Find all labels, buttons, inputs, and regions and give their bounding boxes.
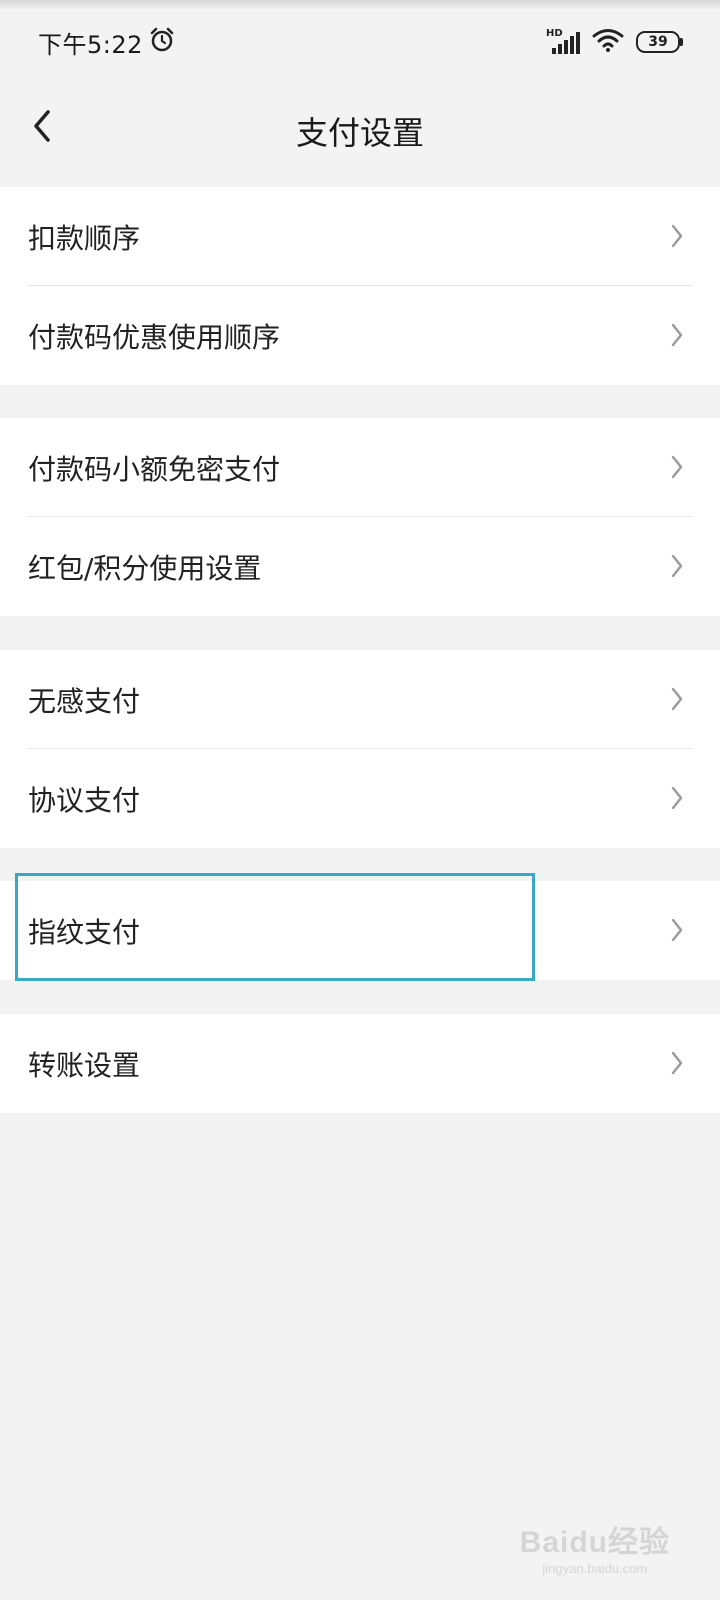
menu-item-transfer-settings[interactable]: 转账设置 xyxy=(0,1014,720,1113)
watermark-logo: Baidu经验 xyxy=(519,1526,670,1559)
page-title: 支付设置 xyxy=(295,114,424,152)
menu-item-seamless-payment[interactable]: 无感支付 xyxy=(0,650,720,749)
chevron-right-icon xyxy=(671,1051,683,1075)
menu-item-label: 扣款顺序 xyxy=(28,221,141,255)
menu-item-label: 红包/积分使用设置 xyxy=(28,551,262,585)
battery-level: 39 xyxy=(648,34,668,50)
menu-item-label: 付款码优惠使用顺序 xyxy=(28,320,281,354)
menu-item-deduction-order[interactable]: 扣款顺序 xyxy=(0,187,720,286)
battery-icon: 39 xyxy=(636,31,683,53)
menu-item-label: 转账设置 xyxy=(28,1048,141,1082)
chevron-right-icon xyxy=(671,918,683,942)
menu-item-label: 无感支付 xyxy=(28,684,141,718)
alarm-clock-icon xyxy=(149,27,175,57)
menu-item-red-packet-points[interactable]: 红包/积分使用设置 xyxy=(0,517,720,616)
menu-item-fingerprint-payment[interactable]: 指纹支付 xyxy=(0,881,720,980)
chevron-right-icon xyxy=(671,224,683,248)
settings-group-4: 指纹支付 xyxy=(0,881,720,980)
menu-item-agreement-payment[interactable]: 协议支付 xyxy=(0,749,720,848)
signal-strength-icon: HD xyxy=(546,28,580,54)
watermark: Baidu经验 jingyan.baidu.com xyxy=(520,1517,670,1576)
menu-item-label: 指纹支付 xyxy=(28,915,141,949)
watermark-url: jingyan.baidu.com xyxy=(542,1561,648,1576)
settings-group-3: 无感支付 协议支付 xyxy=(0,650,720,848)
chevron-right-icon xyxy=(671,323,683,347)
menu-item-coupon-order[interactable]: 付款码优惠使用顺序 xyxy=(0,286,720,385)
chevron-right-icon xyxy=(671,687,683,711)
chevron-right-icon xyxy=(671,786,683,810)
nav-bar: 支付设置 xyxy=(0,84,720,188)
status-right: HD 39 xyxy=(546,26,683,58)
menu-item-label: 付款码小额免密支付 xyxy=(28,452,281,486)
chevron-right-icon xyxy=(671,554,683,578)
settings-group-1: 扣款顺序 付款码优惠使用顺序 xyxy=(0,187,720,385)
chevron-right-icon xyxy=(671,455,683,479)
status-left: 下午5:22 xyxy=(38,26,175,59)
wifi-icon xyxy=(592,28,624,56)
status-bar: 下午5:22 HD 39 xyxy=(0,0,720,84)
settings-group-5: 转账设置 xyxy=(0,1014,720,1113)
settings-group-2: 付款码小额免密支付 红包/积分使用设置 xyxy=(0,418,720,616)
menu-item-password-free-payment[interactable]: 付款码小额免密支付 xyxy=(0,418,720,517)
menu-item-label: 协议支付 xyxy=(28,783,141,817)
status-time: 下午5:22 xyxy=(38,30,143,59)
network-type-label: HD xyxy=(546,28,563,39)
